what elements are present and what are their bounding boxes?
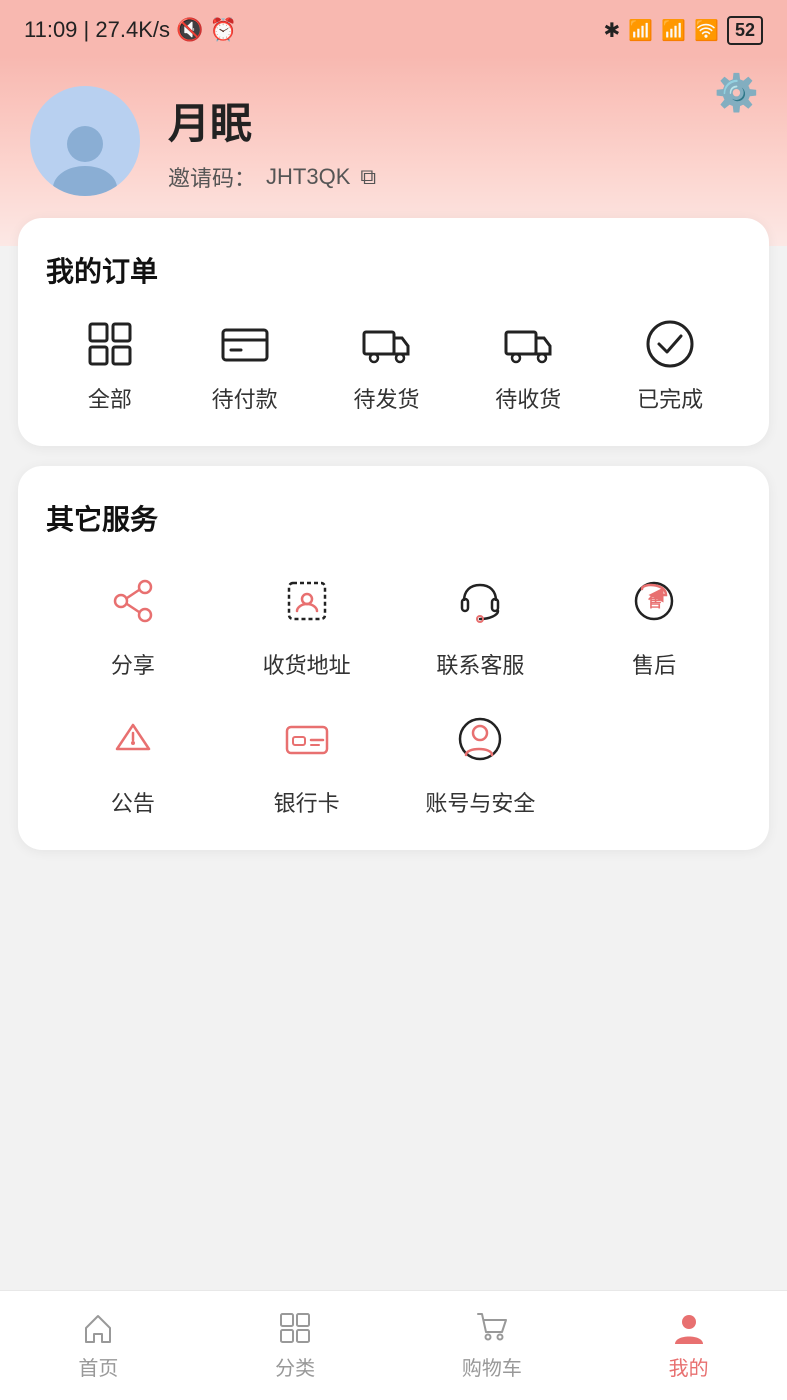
invite-row: 邀请码： JHT3QK ⧉ (168, 161, 376, 193)
services-grid: 分享 收货地址 (46, 566, 741, 818)
all-orders-icon (84, 318, 136, 370)
home-icon (80, 1310, 116, 1346)
account-icon (445, 704, 515, 774)
nav-label-category: 分类 (275, 1352, 315, 1381)
settings-button[interactable]: ⚙️ (714, 72, 759, 114)
order-item-pending-receive[interactable]: 待收货 (495, 318, 561, 414)
status-icons: ✱ 📶 📶 🛜 52 (603, 16, 763, 45)
services-card: 其它服务 分享 (18, 466, 769, 850)
pending-ship-icon (360, 318, 412, 370)
nav-item-home[interactable]: 首页 (0, 1310, 197, 1381)
service-label-share: 分享 (111, 648, 155, 680)
service-item-aftersale[interactable]: 售 售后 (567, 566, 741, 680)
status-bar: 11:09 | 27.4K/s 🔇 ⏰ ✱ 📶 📶 🛜 52 (0, 0, 787, 56)
service-label-support: 联系客服 (436, 648, 524, 680)
svg-text:售: 售 (647, 594, 662, 610)
support-icon (445, 566, 515, 636)
nav-item-category[interactable]: 分类 (197, 1310, 394, 1381)
nav-label-home: 首页 (78, 1352, 118, 1381)
nav-item-mine[interactable]: 我的 (590, 1310, 787, 1381)
nav-item-cart[interactable]: 购物车 (394, 1310, 591, 1381)
bottom-nav: 首页 分类 购物车 我的 (0, 1290, 787, 1400)
service-item-support[interactable]: 联系客服 (394, 566, 568, 680)
service-label-bank: 银行卡 (274, 786, 340, 818)
nav-label-cart: 购物车 (462, 1352, 522, 1381)
pending-receive-icon (502, 318, 554, 370)
service-item-address[interactable]: 收货地址 (220, 566, 394, 680)
aftersale-icon: 售 (619, 566, 689, 636)
mine-icon (671, 1310, 707, 1346)
address-icon (272, 566, 342, 636)
service-label-aftersale: 售后 (632, 648, 676, 680)
profile-info: 月眠 邀请码： JHT3QK ⧉ (168, 90, 376, 193)
service-item-account[interactable]: 账号与安全 (394, 704, 568, 818)
service-label-notice: 公告 (111, 786, 155, 818)
cart-icon (474, 1310, 510, 1346)
completed-icon (644, 318, 696, 370)
avatar[interactable] (30, 86, 140, 196)
profile-name: 月眠 (168, 90, 376, 151)
nav-label-mine: 我的 (669, 1352, 709, 1381)
order-label-completed: 已完成 (637, 382, 703, 414)
orders-title: 我的订单 (46, 250, 741, 290)
copy-icon[interactable]: ⧉ (360, 164, 376, 190)
invite-code: JHT3QK (266, 164, 350, 190)
bank-icon (272, 704, 342, 774)
category-icon (277, 1310, 313, 1346)
order-label-pending-pay: 待付款 (212, 382, 278, 414)
service-label-account: 账号与安全 (425, 786, 535, 818)
order-item-pending-pay[interactable]: 待付款 (212, 318, 278, 414)
notice-icon (98, 704, 168, 774)
order-label-all: 全部 (88, 382, 132, 414)
status-time-network: 11:09 | 27.4K/s 🔇 ⏰ (24, 17, 237, 43)
pending-pay-icon (219, 318, 271, 370)
order-label-pending-receive: 待收货 (495, 382, 561, 414)
service-item-notice[interactable]: 公告 (46, 704, 220, 818)
orders-icons-row: 全部 待付款 待发货 (46, 318, 741, 414)
service-item-bank[interactable]: 银行卡 (220, 704, 394, 818)
service-item-share[interactable]: 分享 (46, 566, 220, 680)
services-title: 其它服务 (46, 498, 741, 538)
share-icon (98, 566, 168, 636)
order-item-all[interactable]: 全部 (84, 318, 136, 414)
order-item-pending-ship[interactable]: 待发货 (353, 318, 419, 414)
order-label-pending-ship: 待发货 (353, 382, 419, 414)
orders-card: 我的订单 全部 待付款 (18, 218, 769, 446)
order-item-completed[interactable]: 已完成 (637, 318, 703, 414)
service-label-address: 收货地址 (263, 648, 351, 680)
